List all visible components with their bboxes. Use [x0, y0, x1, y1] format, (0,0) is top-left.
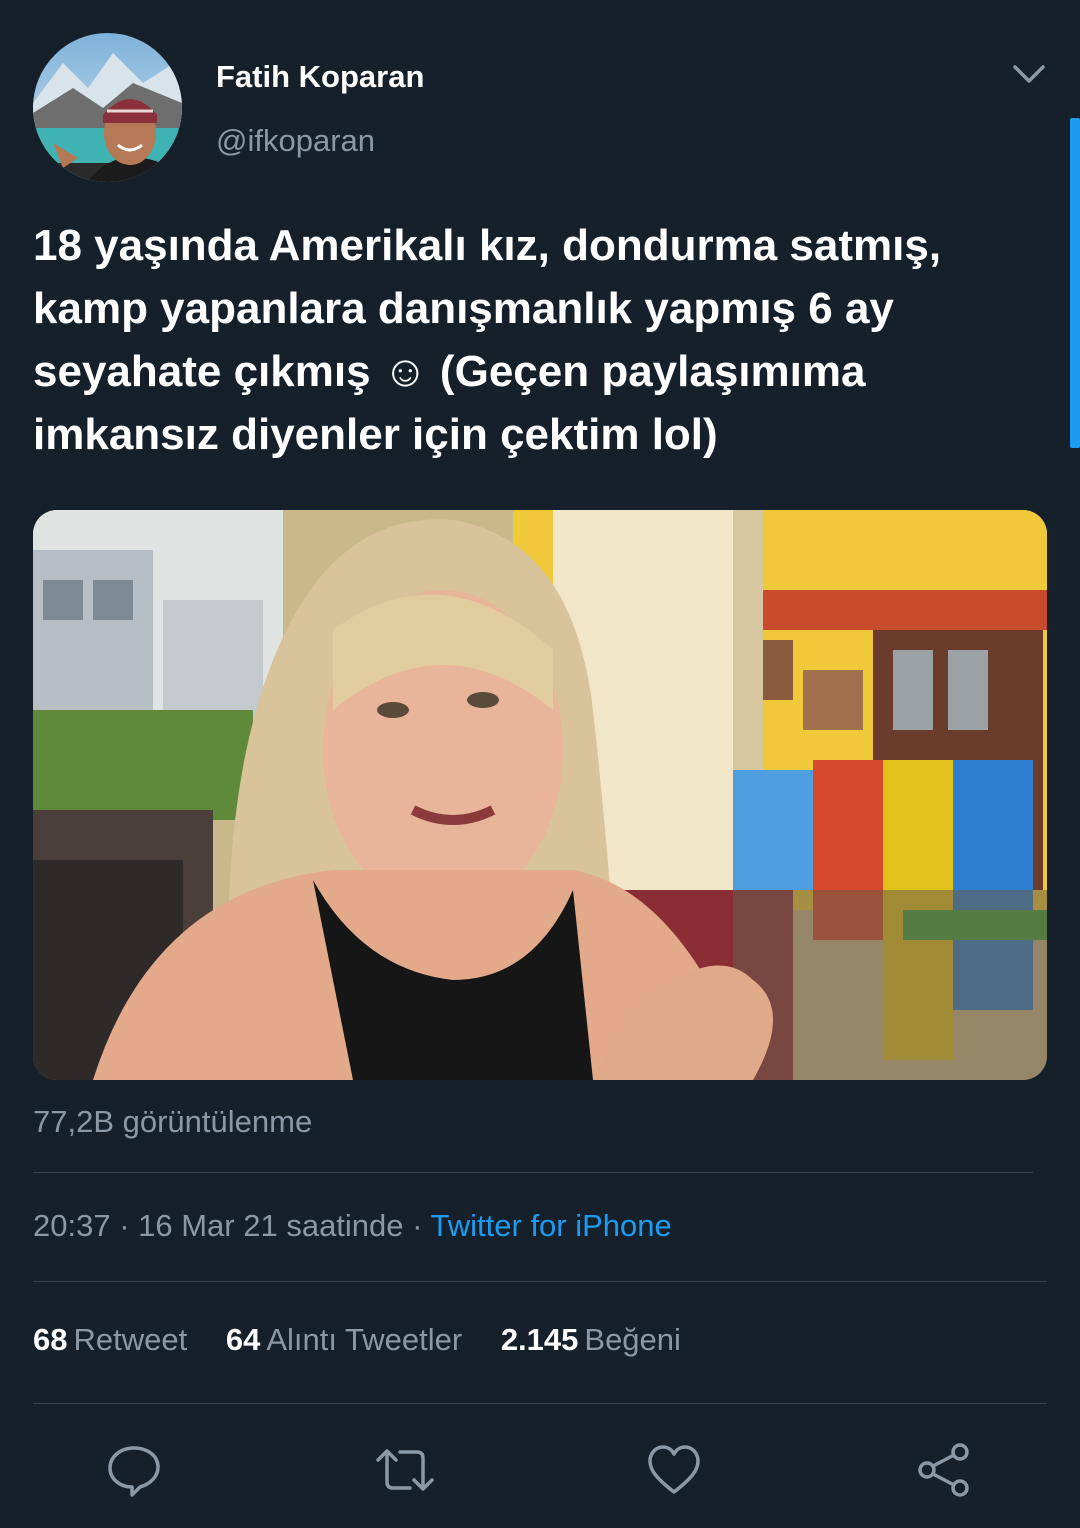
video-thumbnail	[33, 510, 1047, 1080]
tweet-time: 20:37	[33, 1208, 111, 1243]
divider	[33, 1403, 1047, 1404]
heart-icon[interactable]	[646, 1442, 702, 1498]
tweet-date: 16 Mar 21 saatinde	[138, 1208, 404, 1243]
quote-stat[interactable]: 64 Alıntı Tweetler	[226, 1322, 462, 1358]
divider	[33, 1172, 1033, 1173]
tweet-video[interactable]	[33, 510, 1047, 1080]
tweet-stats: 68 Retweet 64 Alıntı Tweetler 2.145 Beğeni	[33, 1322, 711, 1358]
like-count: 2.145	[500, 1322, 579, 1357]
retweet-icon[interactable]	[374, 1442, 434, 1498]
chevron-down-icon[interactable]	[1011, 59, 1047, 89]
tweet-source-link[interactable]: Twitter for iPhone	[431, 1208, 672, 1243]
scrollbar[interactable]	[1070, 118, 1080, 448]
retweet-count: 68	[33, 1322, 68, 1357]
author-handle[interactable]: @ifkoparan	[216, 123, 375, 159]
avatar-image	[33, 33, 182, 182]
like-stat[interactable]: 2.145 Beğeni	[501, 1322, 681, 1358]
like-label: Beğeni	[584, 1322, 681, 1357]
retweet-stat[interactable]: 68 Retweet	[33, 1322, 187, 1358]
author-display-name[interactable]: Fatih Koparan	[216, 59, 424, 95]
avatar[interactable]	[33, 33, 182, 182]
divider	[33, 1281, 1047, 1282]
reply-icon[interactable]	[106, 1442, 162, 1498]
quote-label: Alıntı Tweetler	[266, 1322, 463, 1357]
share-icon[interactable]	[916, 1442, 972, 1498]
meta-separator: ·	[110, 1208, 139, 1243]
tweet-meta: 20:37 · 16 Mar 21 saatinde · Twitter for…	[33, 1208, 672, 1244]
quote-count: 64	[225, 1322, 261, 1357]
retweet-label: Retweet	[73, 1322, 188, 1357]
tweet-text: 18 yaşında Amerikalı kız, dondurma satmı…	[33, 221, 942, 459]
tweet-header: Fatih Koparan @ifkoparan	[33, 33, 1047, 183]
view-count: 77,2B görüntülenme	[33, 1104, 313, 1139]
meta-separator: ·	[403, 1208, 431, 1243]
